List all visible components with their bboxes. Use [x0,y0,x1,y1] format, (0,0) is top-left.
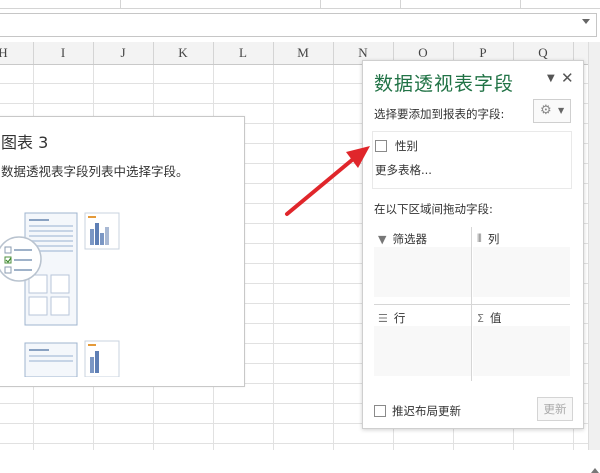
columns-drop-zone[interactable] [473,247,570,297]
pane-close-icon[interactable]: ✕ [561,69,574,87]
filters-drop-zone[interactable] [374,247,471,297]
filters-label: 筛选器 [392,232,427,246]
field-item-gender[interactable]: 性别 [375,138,418,154]
rows-icon: ☰ [378,311,388,325]
columns-icon: ⦀ [477,232,482,245]
ribbon-remnant [0,0,600,9]
chart-placeholder-title: 图表 3 [1,133,49,152]
field-checkbox[interactable] [375,140,387,152]
rows-label: 行 [393,311,406,325]
pivot-areas: ▼ 筛选器 ⦀ 列 ☰ 行 Σ值 [374,227,570,381]
values-drop-zone[interactable] [473,326,570,376]
columns-label: 列 [487,232,500,246]
field-label: 性别 [395,139,418,153]
column-header[interactable]: K [153,42,214,64]
column-header[interactable]: I [33,42,94,64]
pane-options-dropdown-icon[interactable]: ▼ [547,73,555,84]
filters-area[interactable]: ▼ 筛选器 [374,227,471,303]
values-area[interactable]: Σ值 [473,306,570,382]
formula-bar-expand-icon[interactable] [582,19,590,24]
pivot-table-fields-pane[interactable]: 数据透视表字段 ▼ ✕ 选择要添加到报表的字段: ⚙ ▼ 性别 更多表格... … [362,60,584,429]
rows-drop-zone[interactable] [374,326,471,376]
chevron-down-icon: ▼ [558,106,565,115]
scroll-arrow-icon[interactable] [591,468,599,473]
formula-bar[interactable] [0,13,597,37]
areas-divider [374,304,570,305]
filter-icon: ▼ [378,232,387,246]
pivot-chart-placeholder[interactable]: 图表 3 数据透视表字段列表中选择字段。 [0,116,245,387]
columns-area[interactable]: ⦀ 列 [473,227,570,303]
column-header[interactable]: H [0,42,34,64]
pivot-illustration-icon [0,212,120,377]
column-header[interactable]: J [93,42,154,64]
pane-title: 数据透视表字段 [374,73,515,95]
fields-prompt: 选择要添加到报表的字段: [374,107,505,121]
defer-update-checkbox[interactable] [374,405,386,417]
defer-update-toggle[interactable]: 推迟布局更新 [374,403,461,419]
chart-placeholder-description: 数据透视表字段列表中选择字段。 [1,164,189,179]
defer-update-label: 推迟布局更新 [392,404,461,418]
column-header[interactable]: M [273,42,334,64]
values-label: 值 [489,311,502,325]
more-tables-link[interactable]: 更多表格... [375,162,432,178]
tools-button[interactable]: ⚙ ▼ [533,99,571,123]
update-button[interactable]: 更新 [537,397,573,421]
sigma-icon: Σ [477,311,484,325]
vertical-scrollbar[interactable] [588,42,600,473]
field-list: 性别 更多表格... [372,131,572,189]
column-header[interactable]: L [213,42,274,64]
rows-area[interactable]: ☰ 行 [374,306,471,382]
drag-fields-prompt: 在以下区域间拖动字段: [374,202,493,216]
gear-icon: ⚙ [540,103,552,118]
